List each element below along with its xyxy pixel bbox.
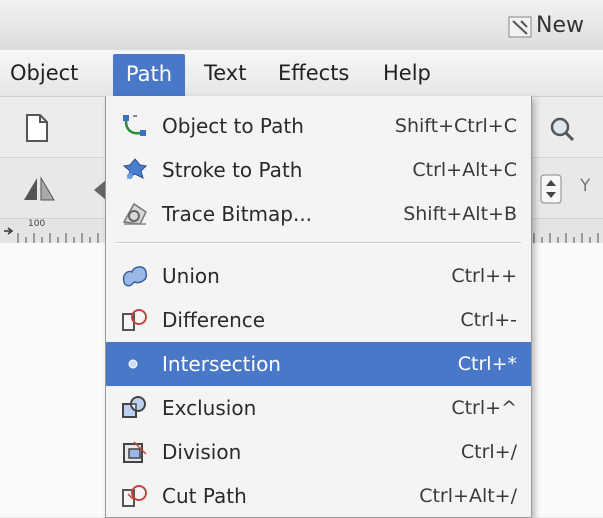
menu-item-shortcut: Ctrl+*: [457, 353, 517, 375]
inkscape-app-icon: [508, 16, 532, 38]
union-icon: [120, 262, 150, 290]
menu-item-label: Union: [162, 264, 220, 288]
difference-icon: [120, 306, 150, 334]
new-document-icon[interactable]: [24, 113, 50, 147]
menu-help[interactable]: Help: [383, 50, 431, 96]
menu-item-shortcut: Ctrl+^: [451, 397, 517, 419]
menu-item-shortcut: Ctrl+Alt+C: [412, 159, 517, 181]
title-bar: New: [0, 0, 603, 51]
ruler-label: 100: [28, 219, 46, 229]
menu-item-shortcut: Ctrl+-: [460, 309, 517, 331]
flip-horizontal-icon[interactable]: [22, 176, 56, 206]
menu-item-label: Trace Bitmap...: [162, 202, 313, 226]
menu-item-object-to-path[interactable]: Object to Path Shift+Ctrl+C: [106, 104, 531, 148]
menu-item-exclusion[interactable]: Exclusion Ctrl+^: [106, 386, 531, 430]
menu-item-shortcut: Ctrl+Alt+/: [419, 485, 517, 507]
menu-item-label: Difference: [162, 308, 266, 332]
menu-item-shortcut: Ctrl+/: [460, 441, 517, 463]
menu-item-label: Object to Path: [162, 114, 304, 138]
menu-text[interactable]: Text: [204, 50, 246, 96]
menu-item-stroke-to-path[interactable]: Stroke to Path Ctrl+Alt+C: [106, 148, 531, 192]
y-label: Y: [580, 176, 591, 196]
menu-item-shortcut: Shift+Ctrl+C: [394, 115, 517, 137]
y-spinner-icon[interactable]: [540, 174, 562, 208]
menu-item-division[interactable]: Division Ctrl+/: [106, 430, 531, 474]
object-to-path-icon: [120, 112, 150, 140]
menubar: Object Path Text Effects Help: [0, 50, 603, 97]
menu-object[interactable]: Object: [10, 50, 78, 96]
zoom-icon[interactable]: [548, 115, 576, 147]
menu-effects[interactable]: Effects: [278, 50, 349, 96]
rotate-icon[interactable]: [92, 178, 106, 206]
menu-path[interactable]: Path: [113, 54, 185, 96]
window-title: New: [536, 13, 584, 38]
menu-item-union[interactable]: Union Ctrl++: [106, 254, 531, 298]
menu-item-label: Cut Path: [162, 484, 247, 508]
menu-item-intersection[interactable]: Intersection Ctrl+*: [106, 342, 531, 386]
path-menu-dropdown: Object to Path Shift+Ctrl+C Stroke to Pa…: [105, 96, 532, 518]
menu-item-shortcut: Shift+Alt+B: [403, 203, 517, 225]
stroke-to-path-icon: [120, 156, 150, 184]
menu-item-label: Division: [162, 440, 242, 464]
menu-item-difference[interactable]: Difference Ctrl+-: [106, 298, 531, 342]
cut-path-icon: [120, 482, 150, 510]
trace-bitmap-icon: [120, 200, 150, 228]
menu-item-shortcut: Ctrl++: [451, 265, 517, 287]
menu-item-label: Exclusion: [162, 396, 257, 420]
division-icon: [120, 438, 150, 466]
menu-item-label: Intersection: [162, 352, 281, 376]
menu-item-cut-path[interactable]: Cut Path Ctrl+Alt+/: [106, 474, 531, 518]
menu-item-label: Stroke to Path: [162, 158, 303, 182]
menu-item-trace-bitmap[interactable]: Trace Bitmap... Shift+Alt+B: [106, 192, 531, 236]
exclusion-icon: [120, 394, 150, 422]
menu-separator: [116, 242, 521, 244]
intersection-icon: [120, 350, 150, 378]
